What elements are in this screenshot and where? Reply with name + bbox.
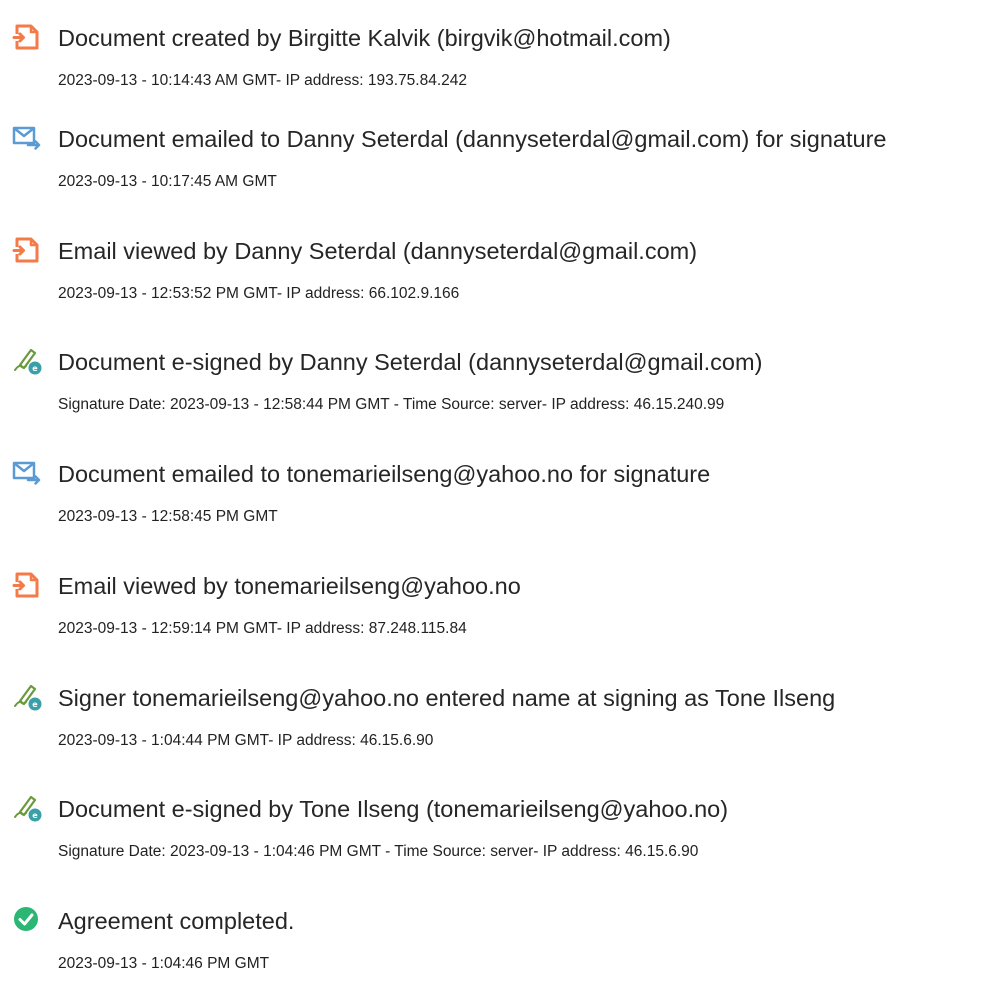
audit-event: e Signer tonemarieilseng@yahoo.no entere… (0, 682, 998, 772)
event-detail: 2023-09-13 - 12:59:14 PM GMT- IP address… (58, 620, 467, 637)
audit-event: Document emailed to tonemarieilseng@yaho… (0, 458, 998, 548)
e-sign-icon: e (12, 793, 42, 823)
svg-text:e: e (32, 700, 38, 709)
event-detail: 2023-09-13 - 10:17:45 AM GMT (58, 173, 277, 190)
event-title: Agreement completed. (58, 908, 295, 934)
event-title: Document emailed to tonemarieilseng@yaho… (58, 461, 711, 487)
event-title: Document e-signed by Tone Ilseng (tonema… (58, 796, 729, 822)
svg-text:e: e (32, 364, 38, 373)
audit-event: e Document e-signed by Tone Ilseng (tone… (0, 793, 998, 883)
event-detail: 2023-09-13 - 1:04:46 PM GMT (58, 955, 270, 972)
audit-event: Document created by Birgitte Kalvik (bir… (0, 22, 998, 112)
document-icon (12, 22, 42, 52)
e-sign-icon: e (12, 346, 42, 376)
event-title: Email viewed by Danny Seterdal (dannyset… (58, 238, 698, 264)
event-title: Document e-signed by Danny Seterdal (dan… (58, 349, 763, 375)
document-icon (12, 235, 42, 265)
event-title: Signer tonemarieilseng@yahoo.no entered … (58, 685, 836, 711)
email-sent-icon (12, 123, 42, 153)
check-circle-icon (12, 905, 42, 935)
document-icon (12, 570, 42, 600)
email-sent-icon (12, 458, 42, 488)
event-title: Document created by Birgitte Kalvik (bir… (58, 25, 671, 51)
svg-text:e: e (32, 811, 38, 820)
audit-event: Document emailed to Danny Seterdal (dann… (0, 123, 998, 213)
event-detail: Signature Date: 2023-09-13 - 1:04:46 PM … (58, 843, 699, 860)
audit-event: Email viewed by tonemarieilseng@yahoo.no… (0, 570, 998, 660)
event-detail: 2023-09-13 - 12:53:52 PM GMT- IP address… (58, 285, 460, 302)
event-title: Email viewed by tonemarieilseng@yahoo.no (58, 573, 521, 599)
event-detail: 2023-09-13 - 10:14:43 AM GMT- IP address… (58, 72, 468, 89)
audit-event: e Document e-signed by Danny Seterdal (d… (0, 346, 998, 436)
event-detail: 2023-09-13 - 1:04:44 PM GMT- IP address:… (58, 732, 434, 749)
audit-event: Email viewed by Danny Seterdal (dannyset… (0, 235, 998, 325)
event-detail: Signature Date: 2023-09-13 - 12:58:44 PM… (58, 396, 725, 413)
e-sign-icon: e (12, 682, 42, 712)
audit-event: Agreement completed. 2023-09-13 - 1:04:4… (0, 905, 998, 995)
event-detail: 2023-09-13 - 12:58:45 PM GMT (58, 508, 278, 525)
event-title: Document emailed to Danny Seterdal (dann… (58, 126, 887, 152)
